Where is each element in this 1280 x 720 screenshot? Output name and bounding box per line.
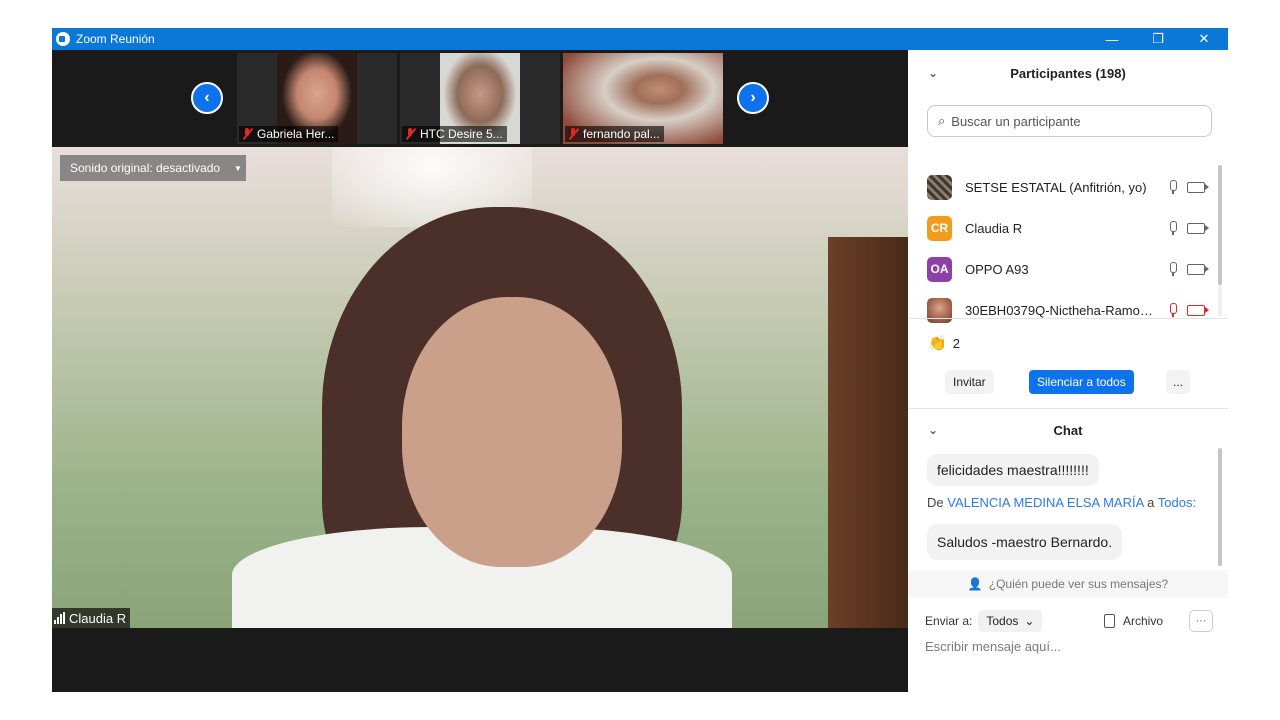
zoom-window: Zoom Reunión — ❐ ✕ ‹ Gabriela Her... HTC… [52,28,1228,692]
participants-scrollbar-thumb[interactable] [1218,165,1222,285]
chat-message: Saludos -maestro Bernardo. [927,524,1123,560]
thumbnail-label: fernando pal... [565,126,664,142]
mic-muted-icon [567,128,579,140]
file-button[interactable]: Archivo [1104,610,1163,632]
title-bar: Zoom Reunión — ❐ ✕ [52,28,1228,50]
sidebar: ⌄ Participantes (198) ⌕ Buscar un partic… [908,50,1228,692]
mic-muted-icon [241,128,253,140]
microphone-icon[interactable] [1167,180,1177,194]
participants-header: ⌄ Participantes (198) [908,53,1228,93]
speaker-face [402,297,622,567]
camera-icon[interactable] [1187,222,1209,234]
zoom-logo-icon [56,32,70,46]
from-prefix: De [927,495,944,510]
chevron-down-icon: ⌄ [1024,614,1035,628]
participant-avatar [927,174,952,200]
collapse-chevron-icon[interactable]: ⌄ [928,66,938,80]
participant-row[interactable]: 30EBH0379Q-Nictheha-Ramos ... [927,297,1212,323]
minimize-button[interactable]: — [1089,28,1135,50]
microphone-icon[interactable] [1167,262,1177,276]
divider [908,318,1228,319]
maximize-button[interactable]: ❐ [1135,28,1181,50]
participant-row[interactable]: OA OPPO A93 [927,256,1212,282]
file-icon [1104,614,1115,628]
participant-avatar: OA [927,256,952,282]
video-thumbnail[interactable]: HTC Desire 5... [400,53,560,144]
participant-name: SETSE ESTATAL (Anfitrión, yo) [965,179,1147,195]
participant-name: 30EBH0379Q-Nictheha-Ramos ... [965,302,1155,318]
participant-avatar: CR [927,215,952,241]
chat-message: felicidades maestra!!!!!!!! [927,454,1099,486]
search-placeholder: Buscar un participante [951,113,1081,129]
original-sound-button[interactable]: Sonido original: desactivado [60,155,231,181]
speaker-name-tag: Claudia R [52,608,131,628]
search-icon: ⌕ [938,113,946,128]
thumbnail-label: HTC Desire 5... [402,126,507,142]
close-button[interactable]: ✕ [1181,28,1227,50]
send-to-label: Enviar a: [925,614,973,628]
reaction-count: 2 [952,335,960,351]
background-door [828,237,908,628]
active-speaker-video: Sonido original: desactivado ▼ Claudia R [52,147,908,628]
next-page-button[interactable]: › [737,82,769,114]
chevron-right-icon: › [750,89,756,106]
participant-row[interactable]: SETSE ESTATAL (Anfitrión, yo) [927,174,1212,200]
participant-name: Claudia R [965,220,1023,236]
send-to-row: Enviar a: Todos ⌄ [925,610,1043,632]
collapse-chevron-icon[interactable]: ⌄ [928,423,938,437]
message-visibility-bar[interactable]: 👤 ¿Quién puede ver sus mensajes? [908,570,1228,598]
video-area: ‹ Gabriela Her... HTC Desire 5... fernan… [52,50,908,692]
thumbnail-strip: ‹ Gabriela Her... HTC Desire 5... fernan… [52,50,908,147]
divider [908,408,1228,409]
participant-search-input[interactable]: ⌕ Buscar un participante [927,105,1212,137]
reaction-counter: 👏 2 [928,334,960,352]
to-word: a [1147,495,1155,510]
participants-more-button[interactable]: ... [1166,370,1190,394]
video-thumbnail[interactable]: fernando pal... [563,53,723,144]
invite-button[interactable]: Invitar [945,370,994,394]
signal-strength-icon [54,612,65,624]
window-title: Zoom Reunión [76,32,155,46]
thumbnail-name: HTC Desire 5... [420,127,503,141]
person-icon: 👤 [967,577,983,591]
camera-icon[interactable] [1187,181,1209,193]
thumbnail-name: fernando pal... [583,127,660,141]
microphone-muted-icon[interactable] [1167,303,1177,317]
thumbnail-label: Gabriela Her... [239,126,339,142]
prev-page-button[interactable]: ‹ [191,82,223,114]
clapping-hands-icon: 👏 [928,335,947,352]
chat-scrollbar[interactable] [1218,448,1222,566]
camera-icon[interactable] [1187,263,1209,275]
camera-off-icon[interactable] [1187,304,1209,316]
chat-more-button[interactable]: ··· [1189,610,1213,632]
visibility-text: ¿Quién puede ver sus mensajes? [988,577,1169,591]
file-label: Archivo [1123,614,1164,628]
participant-name: OPPO A93 [965,261,1029,277]
chat-title: Chat [1053,422,1083,438]
recipient-value: Todos [986,614,1019,628]
caret-down-icon: ▼ [234,163,242,173]
participant-row[interactable]: CR Claudia R [927,215,1212,241]
sender-name[interactable]: VALENCIA MEDINA ELSA MARÍA [947,495,1143,510]
recipient-name[interactable]: Todos: [1158,495,1196,510]
chat-message-input[interactable] [925,635,1215,657]
microphone-icon[interactable] [1167,221,1177,235]
chat-header: ⌄ Chat [908,410,1228,450]
chevron-left-icon: ‹ [204,89,210,106]
mic-muted-icon [404,128,416,140]
message-sender-line: De VALENCIA MEDINA ELSA MARÍA a Todos: [927,495,1196,510]
original-sound-dropdown[interactable]: ▼ [230,155,246,181]
participants-title: Participantes (198) [1010,65,1126,81]
recipient-dropdown[interactable]: Todos ⌄ [978,610,1043,632]
video-thumbnail[interactable]: Gabriela Her... [237,53,397,144]
thumbnail-name: Gabriela Her... [257,127,335,141]
mute-all-button[interactable]: Silenciar a todos [1029,370,1134,394]
speaker-name: Claudia R [69,610,127,626]
